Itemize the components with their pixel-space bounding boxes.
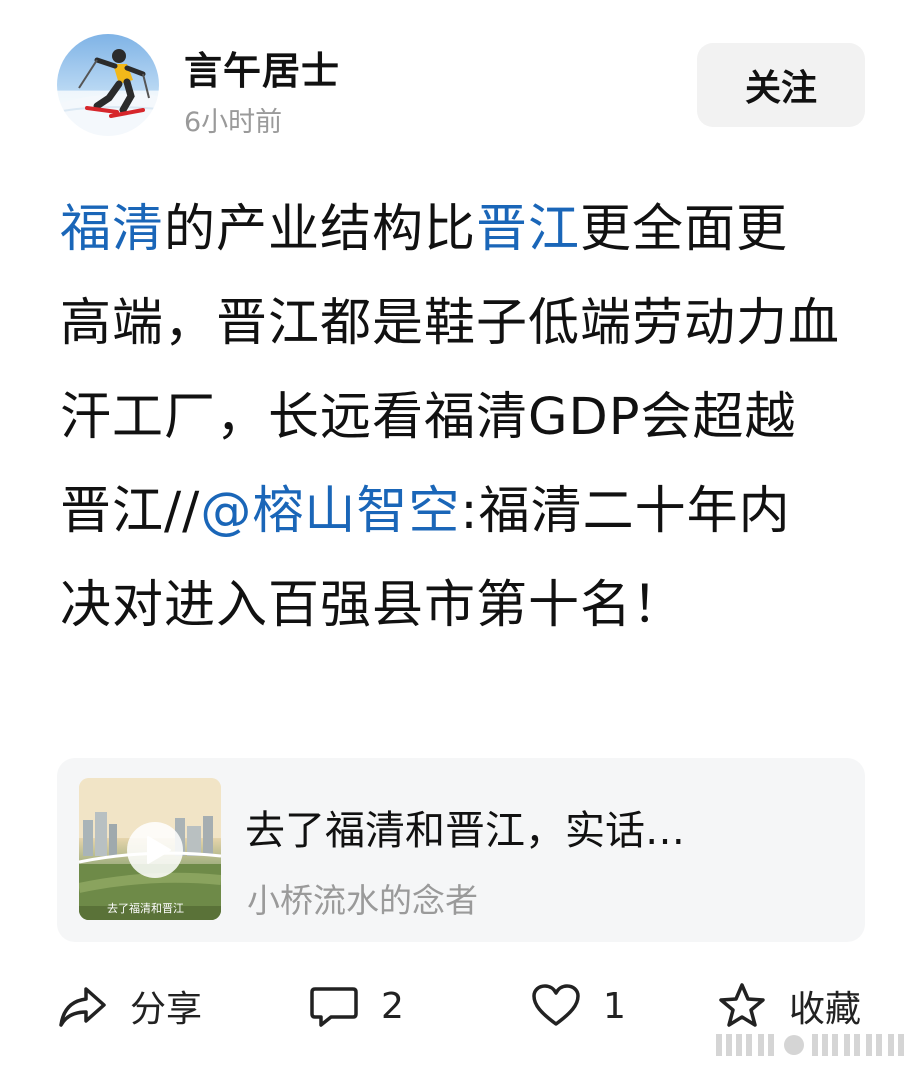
favorite-label: 收藏 (789, 989, 862, 1030)
user-name[interactable]: 言午居士 (184, 40, 340, 95)
post-text-segment: 的产业结构比 (164, 200, 477, 259)
star-icon (719, 983, 765, 1027)
watermark-logo (716, 1034, 904, 1056)
avatar[interactable] (57, 34, 159, 136)
shared-card-title[interactable]: 去了福清和晋江，实话… (245, 798, 845, 856)
comment-button[interactable]: 2 (309, 970, 404, 1042)
heart-icon (532, 984, 580, 1026)
thumbnail-caption: 去了福清和晋江 (107, 902, 184, 915)
shared-video-card[interactable]: 去了福清和晋江 去了福清和晋江，实话… 小桥流水的念者 (57, 758, 865, 942)
follow-button[interactable]: 关注 (697, 43, 865, 127)
skier-avatar-image (57, 49, 159, 136)
like-button[interactable]: 1 (531, 970, 626, 1042)
comment-icon (310, 987, 358, 1027)
share-icon (59, 987, 106, 1027)
like-count: 1 (603, 985, 626, 1027)
video-thumbnail[interactable]: 去了福清和晋江 (79, 778, 221, 920)
post-link[interactable]: 福清 (60, 200, 164, 259)
post-time: 6小时前 (184, 107, 283, 138)
share-button[interactable]: 分享 (58, 970, 202, 1042)
play-icon[interactable] (126, 821, 184, 879)
shared-card-author: 小桥流水的念者 (247, 881, 478, 920)
comment-count: 2 (381, 985, 404, 1027)
post-link[interactable]: 晋江 (476, 200, 580, 259)
share-label: 分享 (130, 989, 203, 1030)
post-link[interactable]: @榕山智空 (200, 482, 460, 541)
post-header: 言午居士 6小时前 关注 (0, 0, 922, 150)
post-text: 福清的产业结构比晋江更全面更高端，晋江都是鞋子低端劳动力血汗工厂，长远看福清GD… (60, 183, 840, 653)
